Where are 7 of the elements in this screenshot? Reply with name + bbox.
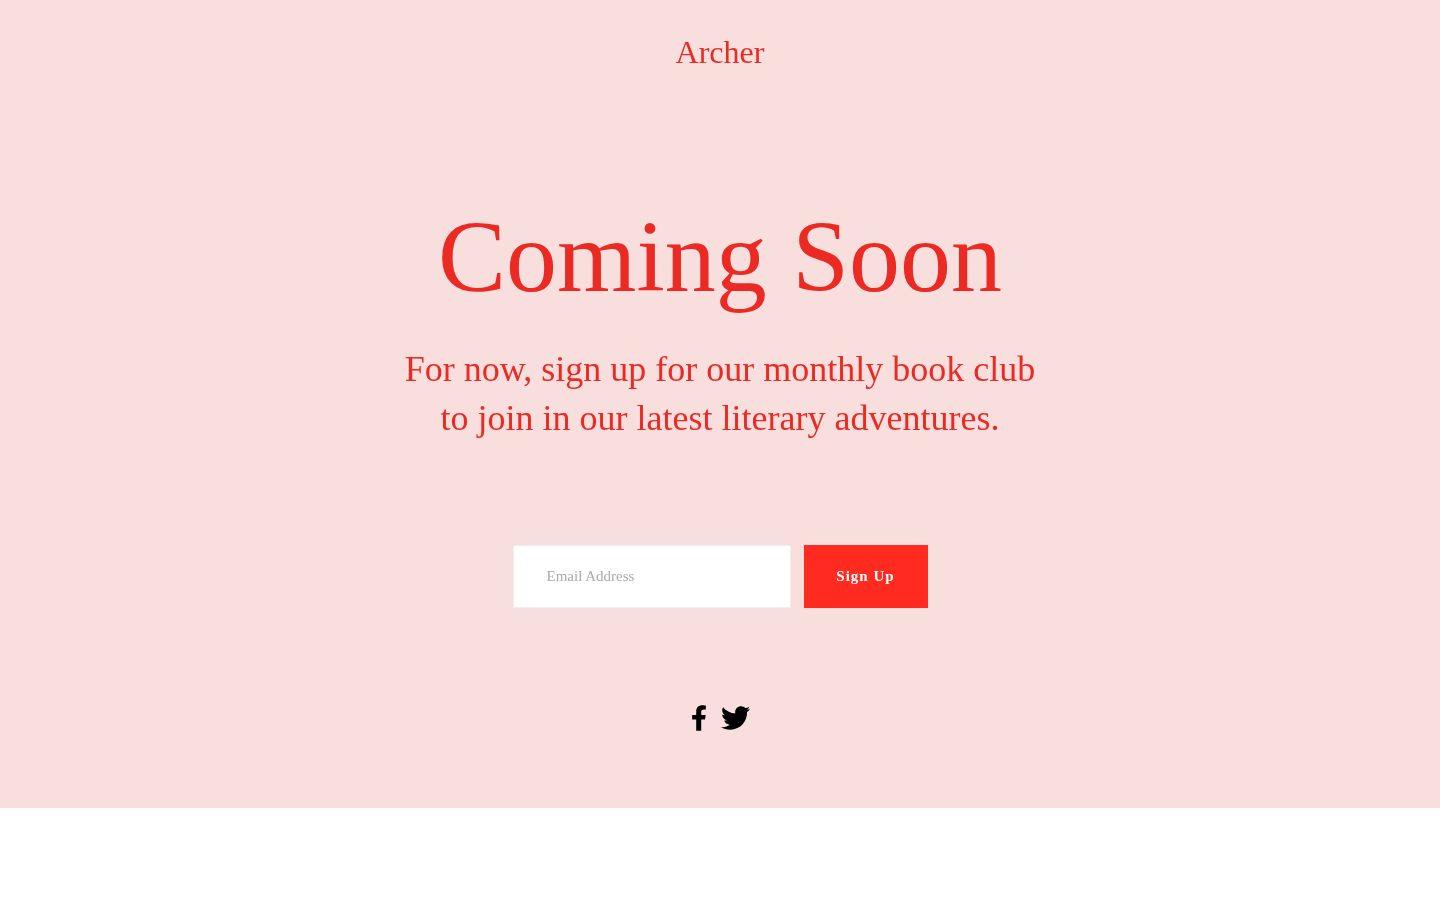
brand-logo[interactable]: Archer: [675, 32, 765, 72]
sign-up-button[interactable]: Sign Up: [803, 545, 928, 608]
email-input-field[interactable]: Email Address: [512, 545, 791, 608]
page-heading: Coming Soon: [437, 199, 1003, 315]
subtitle-text: For now, sign up for our monthly book club to join in our latest literary adventures.: [403, 348, 1037, 440]
facebook-icon[interactable]: [690, 705, 707, 731]
twitter-bird-icon[interactable]: [720, 706, 750, 730]
